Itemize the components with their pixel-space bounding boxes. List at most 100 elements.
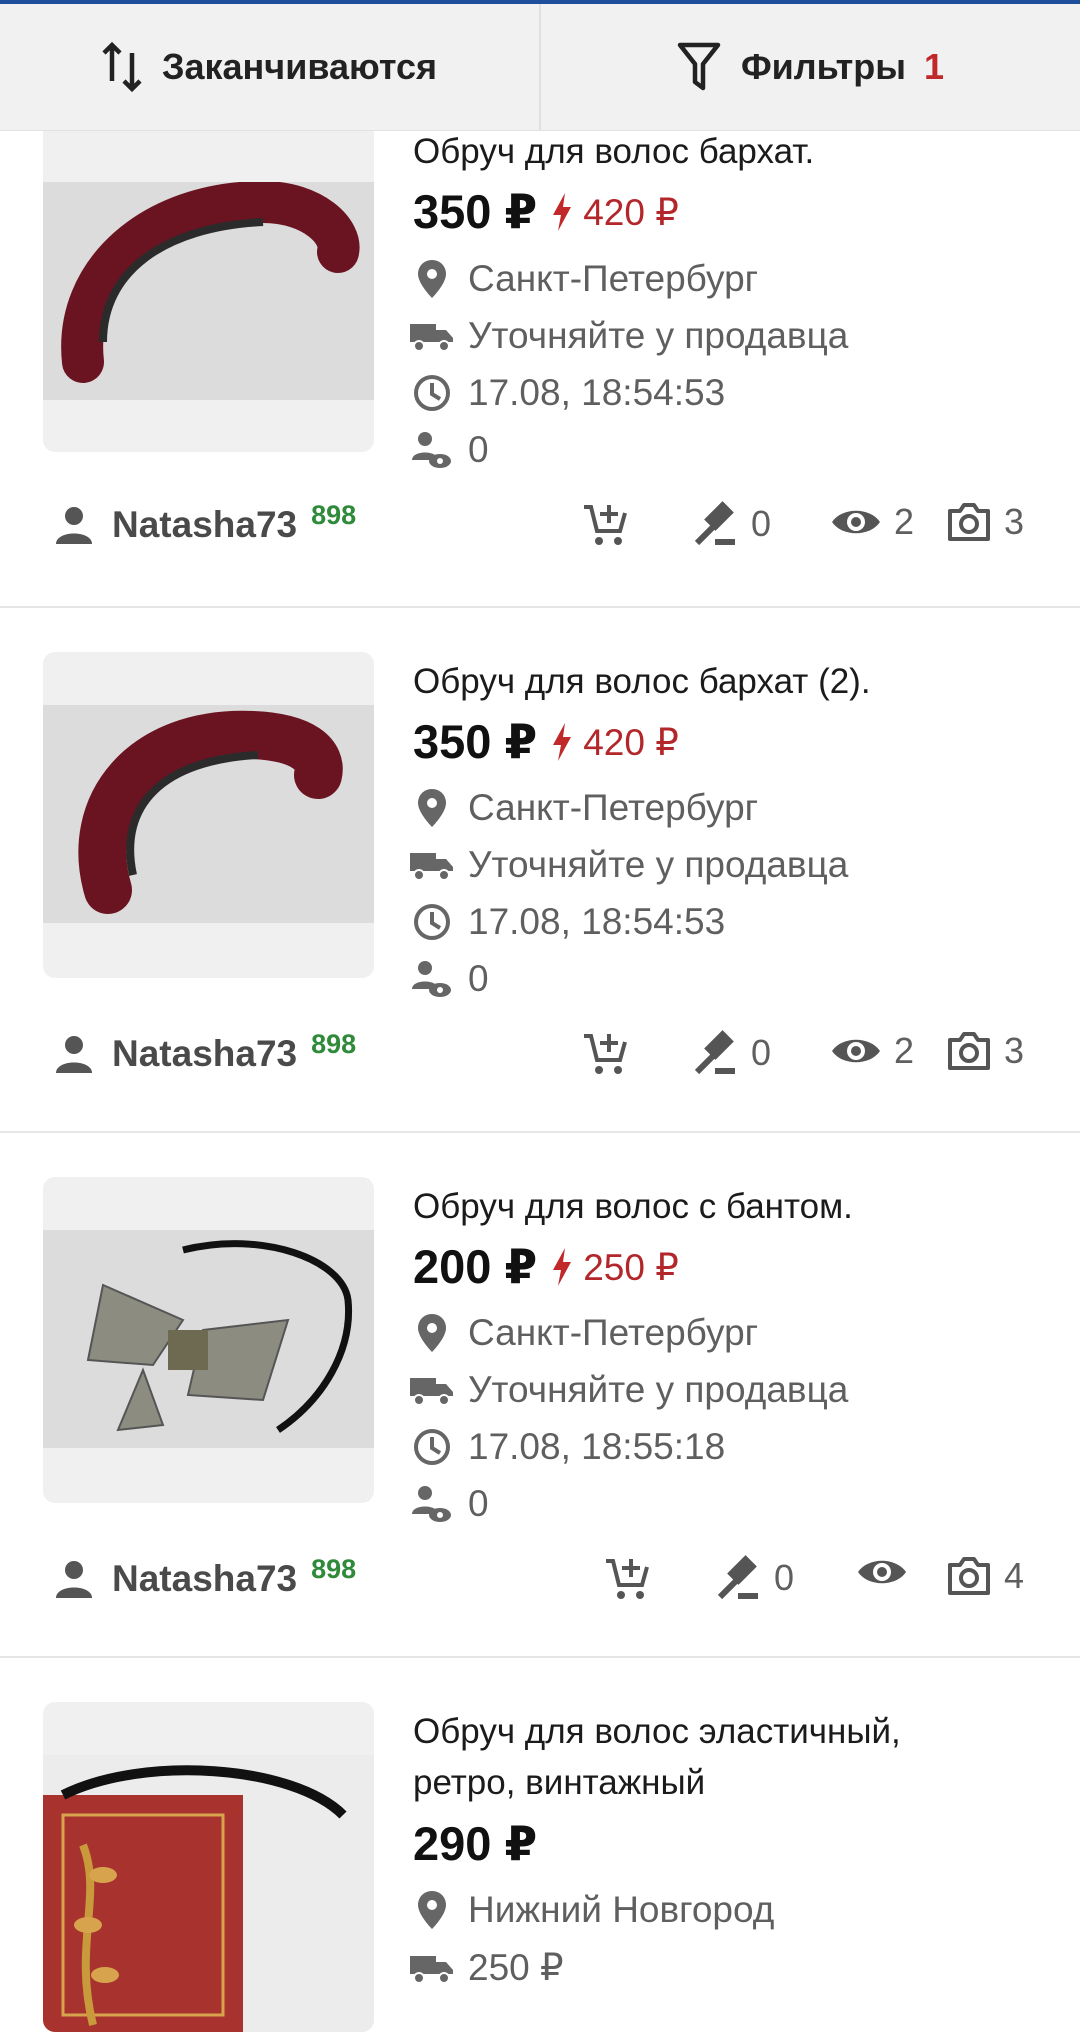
photos-stat: 4 [946, 1555, 1024, 1597]
headband-with-bow-image [43, 1230, 374, 1448]
listing-card[interactable]: Обруч для волос эластичный, ретро, винта… [0, 1658, 1080, 2032]
end-time-row: 17.08, 18:54:53 [410, 372, 725, 414]
user-icon [56, 1560, 92, 1598]
listing-photo[interactable] [43, 96, 374, 452]
seller-name: Natasha73 [112, 504, 298, 545]
bids-count: 0 [774, 1557, 795, 1598]
camera-icon [946, 501, 992, 543]
current-price: 350 ₽ [413, 715, 538, 768]
photos-count: 3 [1004, 1030, 1025, 1071]
lightning-icon [551, 193, 573, 231]
location-text: Санкт-Петербург [468, 1312, 759, 1353]
user-icon [56, 506, 92, 544]
camera-icon [946, 1030, 992, 1072]
location-row: Нижний Новгород [410, 1889, 774, 1931]
location-row: Санкт-Петербург [410, 787, 758, 829]
location-pin-icon [410, 1314, 454, 1352]
delivery-truck-icon [410, 1374, 454, 1406]
seller-name: Natasha73 [112, 1033, 298, 1074]
listing-photo[interactable] [43, 652, 374, 978]
buy-now-price: 250 ₽ [583, 1246, 679, 1288]
views-count: 2 [894, 501, 915, 542]
clock-icon [410, 903, 454, 941]
bids-count: 0 [751, 503, 772, 544]
listing-card[interactable]: Обруч для волос с бантом. 200 ₽ 250 ₽ Са… [0, 1133, 1080, 1658]
delivery-text: Уточняйте у продавца [468, 844, 849, 885]
delivery-row: Уточняйте у продавца [410, 1369, 848, 1411]
eye-icon [830, 505, 882, 539]
photos-count: 3 [1004, 501, 1025, 542]
add-to-cart-icon [582, 501, 628, 547]
end-time-text: 17.08, 18:54:53 [468, 901, 726, 942]
views-stat: 2 [830, 1030, 914, 1072]
listing-photo[interactable] [43, 1177, 374, 1503]
bids-stat: 0 [693, 1030, 771, 1076]
location-row: Санкт-Петербург [410, 258, 758, 300]
end-time-row: 17.08, 18:54:53 [410, 901, 725, 943]
seller[interactable]: Natasha73 898 [56, 500, 356, 546]
sort-button[interactable]: Заканчиваются [0, 4, 539, 130]
watchers-icon [410, 430, 454, 470]
listing-card[interactable]: Обруч для волос бархат. 350 ₽ 420 ₽ Санк… [0, 96, 1080, 608]
seller-rating: 898 [311, 1028, 357, 1059]
listing-title[interactable]: Обруч для волос бархат (2). [413, 656, 1033, 707]
location-pin-icon [410, 260, 454, 298]
listing-card[interactable]: Обруч для волос бархат (2). 350 ₽ 420 ₽ … [0, 608, 1080, 1133]
filters-label: Фильтры [740, 46, 907, 87]
add-to-cart-button[interactable] [582, 501, 640, 547]
watchers-row: 0 [410, 1483, 489, 1525]
delivery-text: Уточняйте у продавца [468, 315, 849, 356]
photos-count: 4 [1004, 1555, 1025, 1596]
location-pin-icon [410, 1891, 454, 1929]
current-price: 350 ₽ [413, 185, 538, 238]
photos-stat: 3 [946, 1030, 1024, 1072]
watchers-row: 0 [410, 429, 489, 471]
listing-title[interactable]: Обруч для волос эластичный, ретро, винта… [413, 1706, 1033, 1808]
bids-stat: 0 [716, 1555, 794, 1601]
gavel-icon [716, 1555, 762, 1601]
eye-icon [830, 1034, 882, 1068]
bids-count: 0 [751, 1032, 772, 1073]
buy-now-price: 420 ₽ [583, 191, 679, 233]
sort-label: Заканчиваются [161, 46, 438, 87]
filters-button[interactable]: Фильтры 1 [539, 4, 1080, 130]
watchers-count: 0 [468, 429, 489, 470]
camera-icon [946, 1555, 992, 1597]
add-to-cart-button[interactable] [604, 1555, 662, 1601]
listing-title[interactable]: Обруч для волос с бантом. [413, 1181, 1033, 1232]
current-price: 290 ₽ [413, 1817, 538, 1870]
seller[interactable]: Natasha73 898 [56, 1554, 356, 1600]
add-to-cart-button[interactable] [582, 1030, 640, 1076]
clock-icon [410, 1428, 454, 1466]
delivery-text: Уточняйте у продавца [468, 1369, 849, 1410]
watchers-icon [410, 959, 454, 999]
price-row: 290 ₽ [413, 1816, 537, 1872]
delivery-truck-icon [410, 320, 454, 352]
sort-icon [102, 41, 142, 93]
watchers-icon [410, 1484, 454, 1524]
price-row: 350 ₽ 420 ₽ [413, 184, 679, 240]
seller[interactable]: Natasha73 898 [56, 1029, 356, 1075]
seller-name: Natasha73 [112, 1558, 298, 1599]
price-row: 350 ₽ 420 ₽ [413, 714, 679, 770]
delivery-truck-icon [410, 1952, 454, 1984]
filter-icon [677, 42, 721, 92]
buy-now-price: 420 ₽ [583, 721, 679, 763]
listing-photo[interactable] [43, 1702, 374, 2032]
delivery-row: Уточняйте у продавца [410, 315, 848, 357]
location-text: Нижний Новгород [468, 1889, 775, 1930]
delivery-text: 250 ₽ [468, 1947, 564, 1988]
delivery-truck-icon [410, 849, 454, 881]
toolbar: Заканчиваются Фильтры 1 [0, 4, 1080, 131]
user-icon [56, 1035, 92, 1073]
end-time-row: 17.08, 18:55:18 [410, 1426, 725, 1468]
filters-count-badge: 1 [924, 46, 945, 87]
location-text: Санкт-Петербург [468, 787, 759, 828]
current-price: 200 ₽ [413, 1240, 538, 1293]
listing-title[interactable]: Обруч для волос бархат. [413, 126, 1033, 177]
add-to-cart-icon [604, 1555, 650, 1601]
location-pin-icon [410, 789, 454, 827]
views-count: 2 [894, 1030, 915, 1071]
price-row: 200 ₽ 250 ₽ [413, 1239, 679, 1295]
end-time-text: 17.08, 18:55:18 [468, 1426, 726, 1467]
